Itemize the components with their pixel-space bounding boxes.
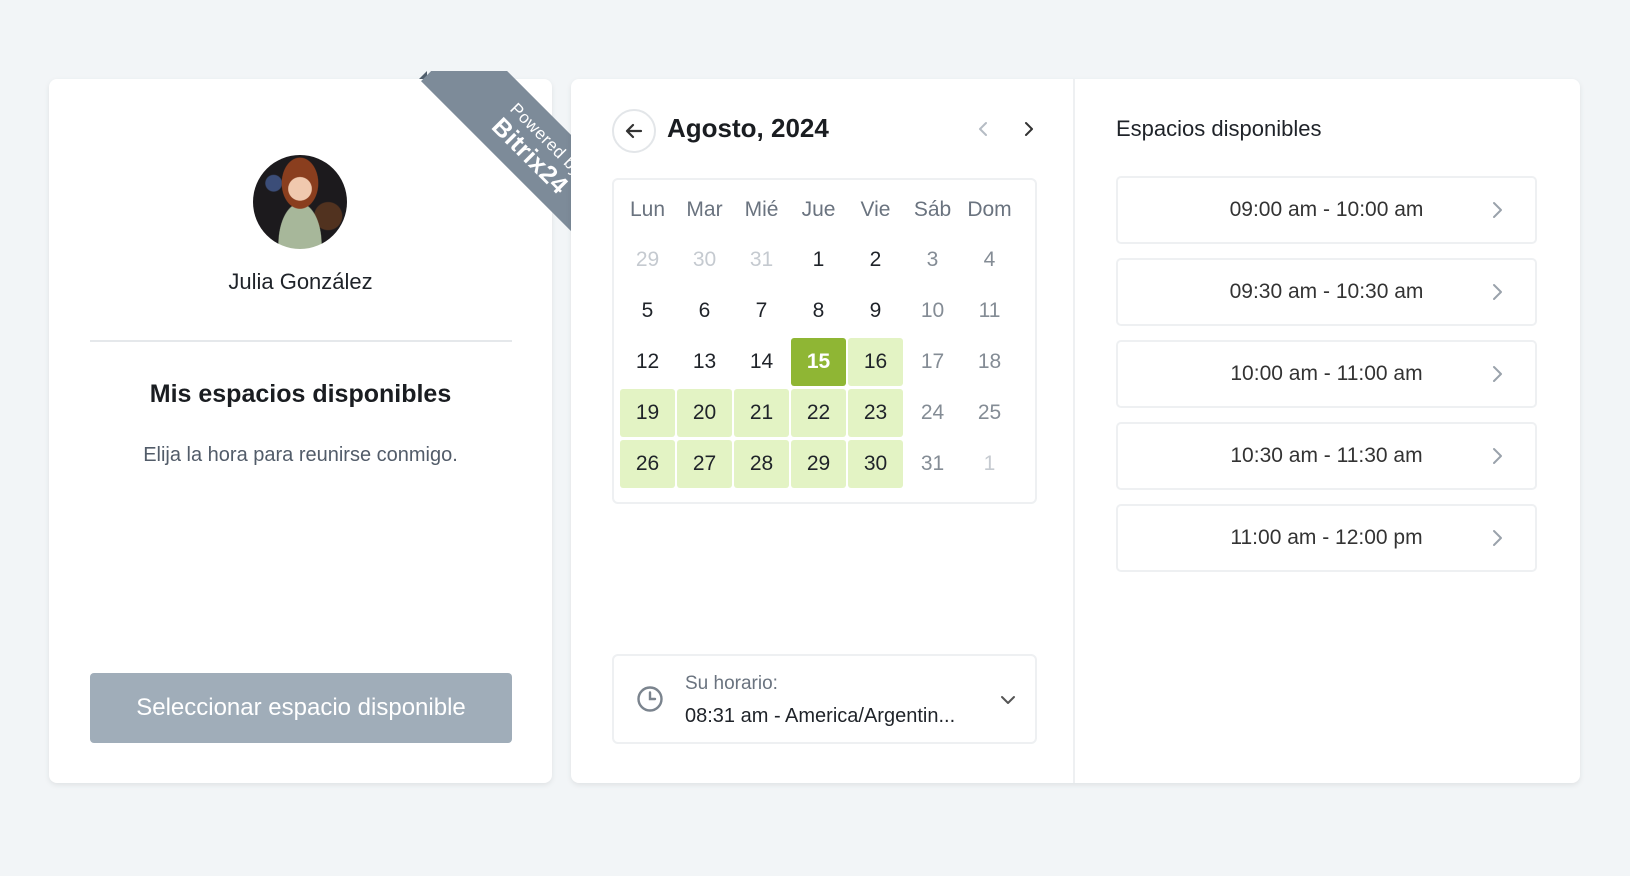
time-slot-label: 09:00 am - 10:00 am bbox=[1229, 198, 1424, 221]
calendar-day: 18 bbox=[977, 350, 1002, 373]
timezone-label: Su horario: bbox=[685, 673, 778, 694]
weekday-label: Mié bbox=[744, 198, 779, 221]
calendar-day: 5 bbox=[641, 299, 654, 322]
calendar-day: 11 bbox=[978, 299, 1001, 322]
time-slot-button[interactable]: 10:30 am - 11:30 am bbox=[1116, 422, 1537, 490]
slots-title: Espacios disponibles bbox=[1116, 116, 1322, 141]
arrow-left-icon bbox=[625, 123, 643, 139]
calendar-day: 4 bbox=[983, 248, 996, 271]
calendar-day[interactable]: 27 bbox=[677, 440, 732, 488]
chevron-left-icon bbox=[979, 122, 987, 136]
weekday-label: Lun bbox=[629, 198, 666, 221]
chevron-down-icon bbox=[1001, 696, 1015, 704]
time-slot-label: 10:30 am - 11:30 am bbox=[1230, 444, 1423, 467]
chevron-right-icon bbox=[1493, 530, 1502, 546]
calendar-day[interactable]: 22 bbox=[791, 389, 846, 437]
calendar-day: 3 bbox=[926, 248, 939, 271]
calendar-day: 17 bbox=[920, 350, 945, 373]
calendar-day: 31 bbox=[920, 452, 945, 475]
weekday-label: Dom bbox=[967, 198, 1012, 221]
chevron-right-icon bbox=[1493, 448, 1502, 464]
chevron-right-icon bbox=[1493, 202, 1502, 218]
time-slot-button[interactable]: 11:00 am - 12:00 pm bbox=[1116, 504, 1537, 572]
calendar-day: 14 bbox=[749, 350, 774, 373]
calendar-day[interactable]: 23 bbox=[848, 389, 903, 437]
calendar-day: 9 bbox=[869, 299, 882, 322]
weekday-header: Lun Mar Mié Jue Vie Sáb Dom bbox=[620, 198, 1033, 224]
section-description: Elija la hora para reunirse conmigo. bbox=[143, 444, 458, 466]
time-slot-button[interactable]: 09:00 am - 10:00 am bbox=[1116, 176, 1537, 244]
calendar-day: 10 bbox=[920, 299, 945, 322]
divider bbox=[90, 340, 512, 342]
calendar: Lun Mar Mié Jue Vie Sáb Dom 29 30 31 1 2 3 4 5 6 7 8 9 10 1… bbox=[612, 178, 1037, 504]
calendar-day[interactable]: 21 bbox=[734, 389, 789, 437]
bitrix24-logo: Bitrix24 bbox=[486, 111, 575, 200]
calendar-day: 1 bbox=[812, 248, 825, 271]
month-title: Agosto, 2024 bbox=[667, 113, 829, 143]
calendar-day: 8 bbox=[812, 299, 825, 322]
calendar-day: 13 bbox=[692, 350, 717, 373]
calendar-day-selected[interactable]: 15 bbox=[791, 338, 846, 386]
calendar-day: 30 bbox=[692, 248, 717, 271]
time-slot-label: 11:00 am - 12:00 pm bbox=[1230, 526, 1423, 549]
calendar-day[interactable]: 20 bbox=[677, 389, 732, 437]
weekday-label: Sáb bbox=[913, 198, 952, 221]
time-slot-button[interactable]: 10:00 am - 11:00 am bbox=[1116, 340, 1537, 408]
prev-month-button[interactable] bbox=[971, 117, 995, 141]
person-name: Julia González bbox=[228, 269, 373, 294]
calendar-day: 31 bbox=[749, 248, 774, 271]
column-divider bbox=[1073, 79, 1075, 783]
chevron-right-icon bbox=[1493, 284, 1502, 300]
calendar-day[interactable]: 19 bbox=[620, 389, 675, 437]
section-title: Mis espacios disponibles bbox=[149, 380, 452, 408]
weekday-label: Mar bbox=[686, 198, 723, 221]
ribbon-fold bbox=[419, 71, 427, 79]
calendar-day[interactable]: 29 bbox=[791, 440, 846, 488]
timezone-value: 08:31 am - America/Argentin... bbox=[685, 705, 956, 727]
next-month-button[interactable] bbox=[1017, 117, 1041, 141]
weekday-label: Jue bbox=[801, 198, 836, 221]
calendar-day[interactable]: 16 bbox=[848, 338, 903, 386]
calendar-day: 25 bbox=[977, 401, 1002, 424]
calendar-day[interactable]: 28 bbox=[734, 440, 789, 488]
calendar-day[interactable]: 30 bbox=[848, 440, 903, 488]
timezone-selector[interactable]: Su horario: 08:31 am - America/Argentin.… bbox=[612, 654, 1037, 744]
calendar-day: 29 bbox=[635, 248, 660, 271]
clock-icon bbox=[637, 686, 663, 712]
time-slot-label: 10:00 am - 11:00 am bbox=[1230, 362, 1423, 385]
calendar-day: 6 bbox=[698, 299, 711, 322]
chevron-right-icon bbox=[1025, 122, 1033, 136]
select-slot-button[interactable]: Seleccionar espacio disponible bbox=[90, 673, 512, 743]
calendar-day[interactable]: 26 bbox=[620, 440, 675, 488]
avatar bbox=[253, 155, 347, 249]
calendar-day: 12 bbox=[635, 350, 660, 373]
booking-card: Agosto, 2024 Lun Mar Mié Jue Vie Sáb Dom 29 30 3… bbox=[571, 79, 1580, 783]
calendar-day: 2 bbox=[869, 248, 882, 271]
back-button[interactable] bbox=[612, 109, 656, 153]
chevron-right-icon bbox=[1493, 366, 1502, 382]
time-slot-label: 09:30 am - 10:30 am bbox=[1229, 280, 1424, 303]
calendar-day: 24 bbox=[920, 401, 945, 424]
time-slot-button[interactable]: 09:30 am - 10:30 am bbox=[1116, 258, 1537, 326]
calendar-day: 1 bbox=[983, 452, 996, 475]
profile-card: Powered by Bitrix24 Julia González Mis e… bbox=[49, 71, 609, 783]
weekday-label: Vie bbox=[860, 198, 891, 221]
calendar-day: 7 bbox=[755, 299, 768, 322]
